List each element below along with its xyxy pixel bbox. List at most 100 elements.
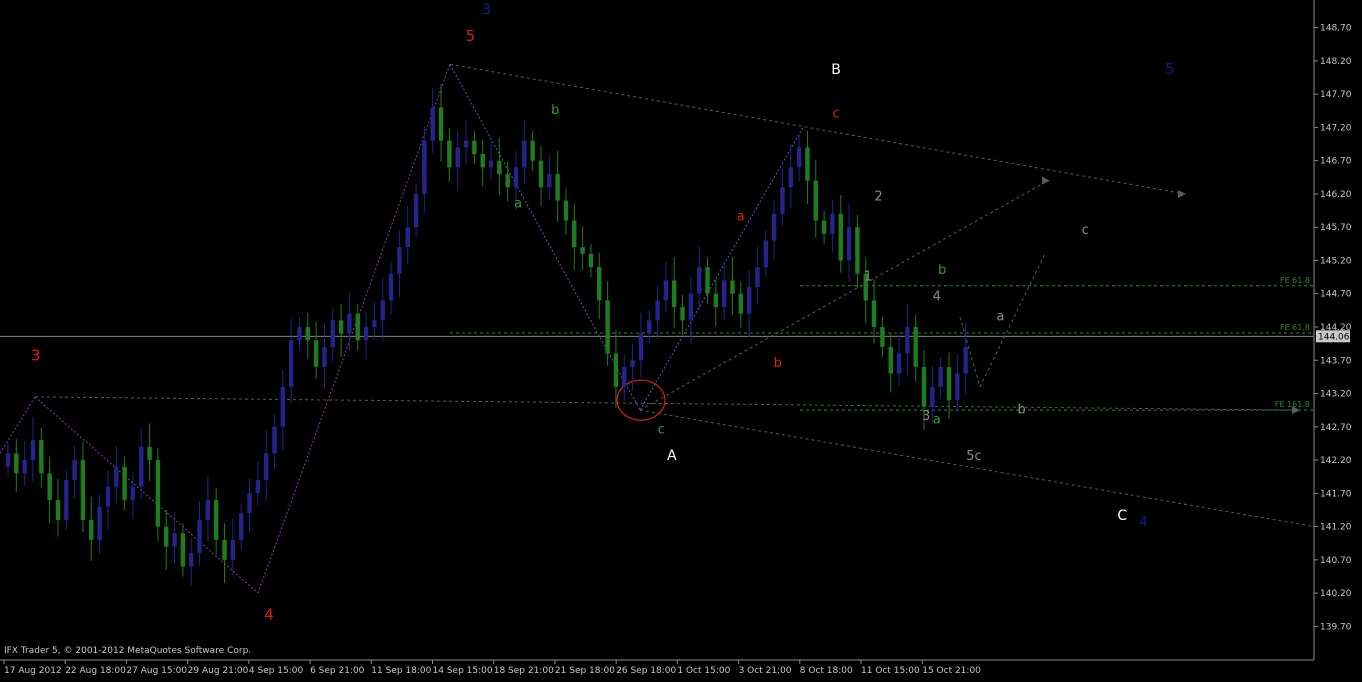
current-price-label: 144.06 [1318, 332, 1350, 342]
candle-body [72, 460, 77, 481]
candle-body [455, 147, 460, 168]
candle-body [580, 247, 585, 254]
price-tick-label: 142.20 [1320, 456, 1352, 466]
time-tick-label: 15 Oct 21:00 [922, 666, 981, 676]
wave-label: 1 [864, 269, 872, 284]
fibonacci-extension-label: FE 161.8 [1275, 400, 1310, 409]
candle-body [280, 386, 286, 427]
time-tick-label: 11 Oct 15:00 [861, 666, 920, 676]
candle-body [463, 140, 469, 148]
candle-body [39, 440, 44, 474]
candle-body [413, 193, 419, 228]
candle-body [322, 346, 327, 367]
wave-label: A [667, 448, 677, 464]
price-chart[interactable]: FE 61.8FE 61.8FE 161.8 3453baabcABc521 b4… [0, 0, 1362, 682]
candle-body [30, 440, 36, 461]
candle-body [563, 200, 569, 221]
candle-body [555, 173, 560, 201]
candle-body [821, 220, 827, 234]
candle-body [172, 533, 177, 547]
candle-body [22, 460, 27, 474]
candle-body [655, 300, 660, 321]
candle-body [605, 300, 610, 354]
candle-body [122, 466, 127, 500]
candle-body [5, 453, 11, 467]
candle-body [55, 499, 61, 520]
wave-label: 5c [966, 449, 981, 464]
candle-body [189, 553, 194, 567]
candle-body [14, 453, 19, 474]
candle-body [205, 499, 211, 520]
wave-label: b [551, 103, 559, 118]
candle-body [880, 327, 885, 347]
candle-body [613, 353, 619, 387]
wave-label: B [831, 62, 841, 78]
candle-body [139, 446, 144, 487]
wave-label: a [514, 196, 522, 211]
candle-body [788, 167, 793, 188]
candle-body [813, 180, 818, 221]
time-tick-label: 18 Sep 21:00 [494, 666, 554, 676]
wave-label: 3 [482, 0, 492, 18]
candle-body [638, 333, 644, 361]
price-tick-label: 140.20 [1320, 589, 1352, 599]
time-tick-label: 21 Sep 18:00 [555, 666, 615, 676]
price-tick-label: 140.70 [1320, 556, 1352, 566]
wave-label: 3 [31, 346, 41, 364]
price-tick-label: 139.70 [1320, 622, 1352, 632]
candle-body [197, 519, 202, 554]
candle-body [888, 346, 893, 374]
candle-body [297, 327, 302, 341]
candle-body [713, 293, 719, 308]
candle-body [147, 446, 152, 461]
candle-body [338, 320, 344, 334]
fibonacci-extension-label: FE 61.8 [1280, 323, 1310, 332]
candle-body [830, 213, 835, 234]
candle-body [846, 227, 852, 261]
candle-body [763, 240, 769, 268]
candle-body [738, 293, 744, 314]
price-tick-label: 143.20 [1320, 390, 1352, 400]
candle-body [180, 533, 186, 567]
candle-body [238, 513, 244, 540]
candle-body [938, 366, 943, 387]
time-tick-label: 14 Sep 15:00 [433, 666, 493, 676]
price-tick-label: 145.20 [1320, 256, 1352, 266]
price-tick-label: 148.70 [1320, 24, 1352, 34]
candle-body [472, 140, 477, 155]
price-tick-label: 146.20 [1320, 190, 1352, 200]
candle-body [522, 140, 527, 168]
candle-body [771, 213, 777, 241]
candle-body [921, 366, 927, 407]
candle-body [355, 313, 360, 341]
wave-label: b [1017, 402, 1025, 417]
candle-body [905, 327, 910, 354]
wave-label: b [774, 356, 782, 371]
wave-label: c [658, 422, 665, 437]
fibonacci-extension-label: FE 61.8 [1280, 276, 1310, 285]
candle-body [430, 107, 435, 141]
candle-body [630, 360, 635, 367]
wave-label: 4 [1139, 515, 1148, 531]
candle-body [64, 480, 69, 520]
candle-body [313, 340, 319, 367]
candle-body [347, 313, 352, 334]
candle-body [388, 273, 394, 301]
candle-body [89, 519, 94, 540]
candle-body [105, 486, 111, 507]
candle-body [721, 280, 727, 308]
candle-body [705, 267, 710, 294]
candle-body [696, 267, 702, 294]
wave-label: 2 [874, 190, 882, 205]
candle-body [130, 486, 136, 500]
candle-body [663, 280, 669, 301]
chart-background [0, 0, 1362, 682]
time-tick-label: 1 Oct 15:00 [677, 666, 730, 676]
time-tick-label: 8 Oct 18:00 [800, 666, 853, 676]
time-tick-label: 27 Aug 15:00 [126, 666, 187, 676]
candle-body [247, 493, 252, 514]
candle-body [746, 287, 752, 314]
candle-body [680, 307, 685, 321]
candle-body [155, 460, 161, 527]
candle-body [855, 227, 860, 274]
